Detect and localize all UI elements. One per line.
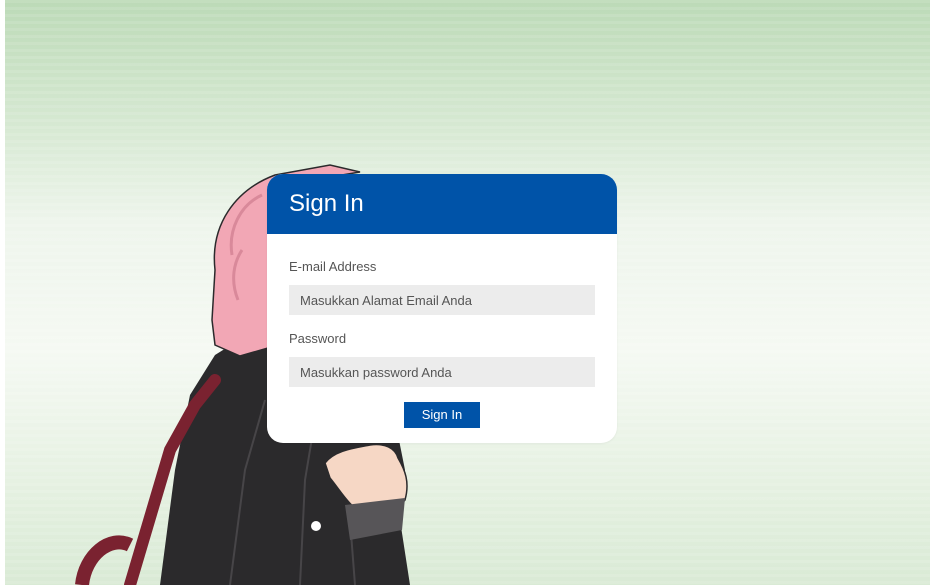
button-dot bbox=[311, 521, 321, 531]
sign-in-button[interactable]: Sign In bbox=[404, 402, 480, 428]
sign-in-card: Sign In E-mail Address Password Sign In bbox=[267, 174, 617, 443]
card-header: Sign In bbox=[267, 174, 617, 234]
card-body: E-mail Address Password Sign In bbox=[267, 234, 617, 428]
email-field[interactable] bbox=[289, 285, 595, 315]
card-title: Sign In bbox=[289, 190, 364, 217]
login-page: Sign In E-mail Address Password Sign In bbox=[0, 0, 930, 585]
button-row: Sign In bbox=[289, 402, 595, 428]
password-field[interactable] bbox=[289, 357, 595, 387]
email-label: E-mail Address bbox=[289, 259, 377, 274]
bag-strap-edge bbox=[75, 535, 134, 585]
password-label: Password bbox=[289, 331, 347, 346]
